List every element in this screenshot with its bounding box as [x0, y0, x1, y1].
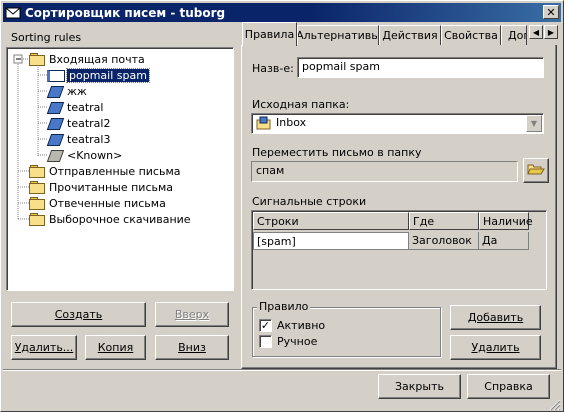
help-button[interactable]: Справка	[467, 374, 550, 399]
delete-string-button[interactable]: Удалить	[450, 335, 541, 360]
tree-rule-zhzh[interactable]: жж	[47, 83, 87, 99]
checkmark-icon: ✓	[260, 319, 271, 332]
tree-rule-label-selected: popmail spam	[66, 67, 150, 83]
browse-folder-button[interactable]	[523, 158, 549, 183]
title-bar[interactable]: Сортировщик писем - tuborg ✕	[3, 3, 561, 22]
arrow-left-icon: ◀	[532, 27, 540, 37]
tab-alternatives[interactable]: Альтернативы	[297, 25, 379, 45]
column-header-where[interactable]: Где	[409, 212, 479, 230]
tree-rule-teatral3[interactable]: teatral3	[47, 131, 110, 147]
tree-rule-teatral[interactable]: teatral	[47, 99, 103, 115]
resize-grip-icon[interactable]	[549, 399, 561, 411]
tab-properties[interactable]: Свойства	[441, 25, 501, 45]
source-folder-label: Исходная папка:	[252, 98, 350, 111]
manual-checkbox-label[interactable]: Ручное	[277, 335, 317, 348]
rules-tree[interactable]: Входящая почта popmail spam жж teatral t…	[6, 47, 234, 291]
folder-icon	[29, 197, 45, 210]
column-header-strings[interactable]: Строки	[253, 212, 409, 230]
move-to-folder-label: Переместить письмо в папку	[252, 146, 422, 159]
tree-folder-replied[interactable]: Отвеченные письма	[29, 195, 166, 211]
tab-actions[interactable]: Действия	[379, 25, 441, 45]
folder-icon	[29, 53, 45, 66]
close-button[interactable]: ✕	[543, 5, 559, 19]
move-to-folder-field: спам	[251, 161, 518, 182]
move-to-folder-value: спам	[256, 164, 285, 177]
tree-rule-known[interactable]: <Known>	[47, 147, 122, 163]
dropdown-button[interactable]: ▼	[526, 115, 542, 132]
source-folder-select[interactable]: Inbox ▼	[251, 113, 544, 134]
signal-strings-label: Сигнальные строки	[252, 195, 367, 208]
arrow-right-icon: ▶	[547, 27, 555, 37]
book-icon	[47, 117, 63, 130]
rule-groupbox-title: Правило	[257, 300, 311, 313]
source-folder-value: Inbox	[276, 116, 307, 129]
open-book-icon	[47, 69, 65, 82]
open-folder-icon	[527, 162, 545, 179]
inbox-icon	[256, 116, 272, 130]
folder-icon	[29, 213, 45, 226]
tab-scroll-left-button[interactable]: ◀	[529, 25, 543, 39]
copy-button[interactable]: Копия	[85, 335, 146, 360]
name-input[interactable]: popmail spam	[297, 57, 544, 78]
close-dialog-button[interactable]: Закрыть	[378, 374, 461, 399]
footer-divider	[3, 369, 561, 371]
book-icon	[47, 149, 63, 162]
active-checkbox[interactable]: ✓	[259, 319, 272, 332]
down-button[interactable]: Вниз	[155, 335, 229, 360]
up-button[interactable]: Вверх	[155, 302, 229, 327]
tree-folder-sent[interactable]: Отправленные письма	[29, 163, 181, 179]
close-icon: ✕	[546, 5, 556, 19]
add-button[interactable]: Добавить	[450, 305, 541, 330]
envelope-icon	[5, 5, 21, 21]
table-cell-where[interactable]: Заголовок	[409, 232, 479, 250]
name-input-value: popmail spam	[302, 60, 380, 73]
name-label: Назв-е:	[252, 62, 294, 75]
folder-icon	[29, 165, 45, 178]
table-cell-presence[interactable]: Да	[479, 232, 529, 250]
tree-rule-popmail-spam[interactable]: popmail spam	[47, 67, 150, 83]
tree-rule-teatral2[interactable]: teatral2	[47, 115, 110, 131]
table-cell-strings[interactable]: [spam]	[253, 232, 409, 250]
tree-folder-inbox[interactable]: Входящая почта	[29, 51, 145, 67]
tab-scroll-right-button[interactable]: ▶	[544, 25, 558, 39]
delete-rule-button[interactable]: Удалить...	[11, 335, 77, 360]
window-title: Сортировщик писем - tuborg	[25, 5, 226, 20]
chevron-down-icon: ▼	[530, 119, 538, 128]
column-header-presence[interactable]: Наличие	[479, 212, 533, 230]
book-icon	[47, 133, 63, 146]
active-checkbox-label[interactable]: Активно	[277, 319, 325, 332]
folder-icon	[29, 181, 45, 194]
rule-groupbox	[252, 307, 441, 357]
tab-rules[interactable]: Правила	[242, 22, 297, 46]
manual-checkbox[interactable]	[259, 335, 272, 348]
tree-folder-selective[interactable]: Выборочное скачивание	[29, 211, 191, 227]
tree-folder-read[interactable]: Прочитанные письма	[29, 179, 173, 195]
book-icon	[47, 85, 63, 98]
sorting-rules-label: Sorting rules	[11, 31, 82, 44]
app-window: Сортировщик писем - tuborg ✕ Sorting rul…	[0, 0, 564, 412]
book-icon	[47, 101, 63, 114]
create-button[interactable]: Создать	[11, 302, 146, 327]
tab-more[interactable]: Доп	[501, 25, 527, 45]
signal-strings-grid[interactable]: Строки Где Наличие [spam] Заголовок Да	[251, 210, 547, 290]
